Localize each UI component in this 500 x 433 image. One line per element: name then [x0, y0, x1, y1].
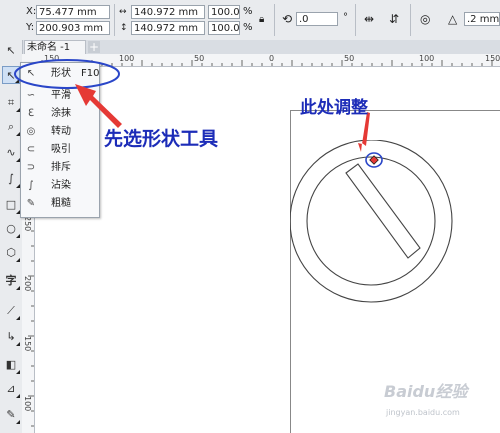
- annotation-overlay: [14, 59, 370, 152]
- red-arrow-icon: [75, 84, 122, 128]
- annotation-select-tool: 先选形状工具: [104, 128, 219, 150]
- highlight-ellipse: [14, 59, 120, 89]
- watermark-url: jingyan.baidu.com: [386, 408, 460, 417]
- red-arrow-icon: [358, 112, 370, 152]
- baidu-logo: Baidu经验: [384, 382, 468, 401]
- annotation-adjust-here: 此处调整: [300, 98, 368, 118]
